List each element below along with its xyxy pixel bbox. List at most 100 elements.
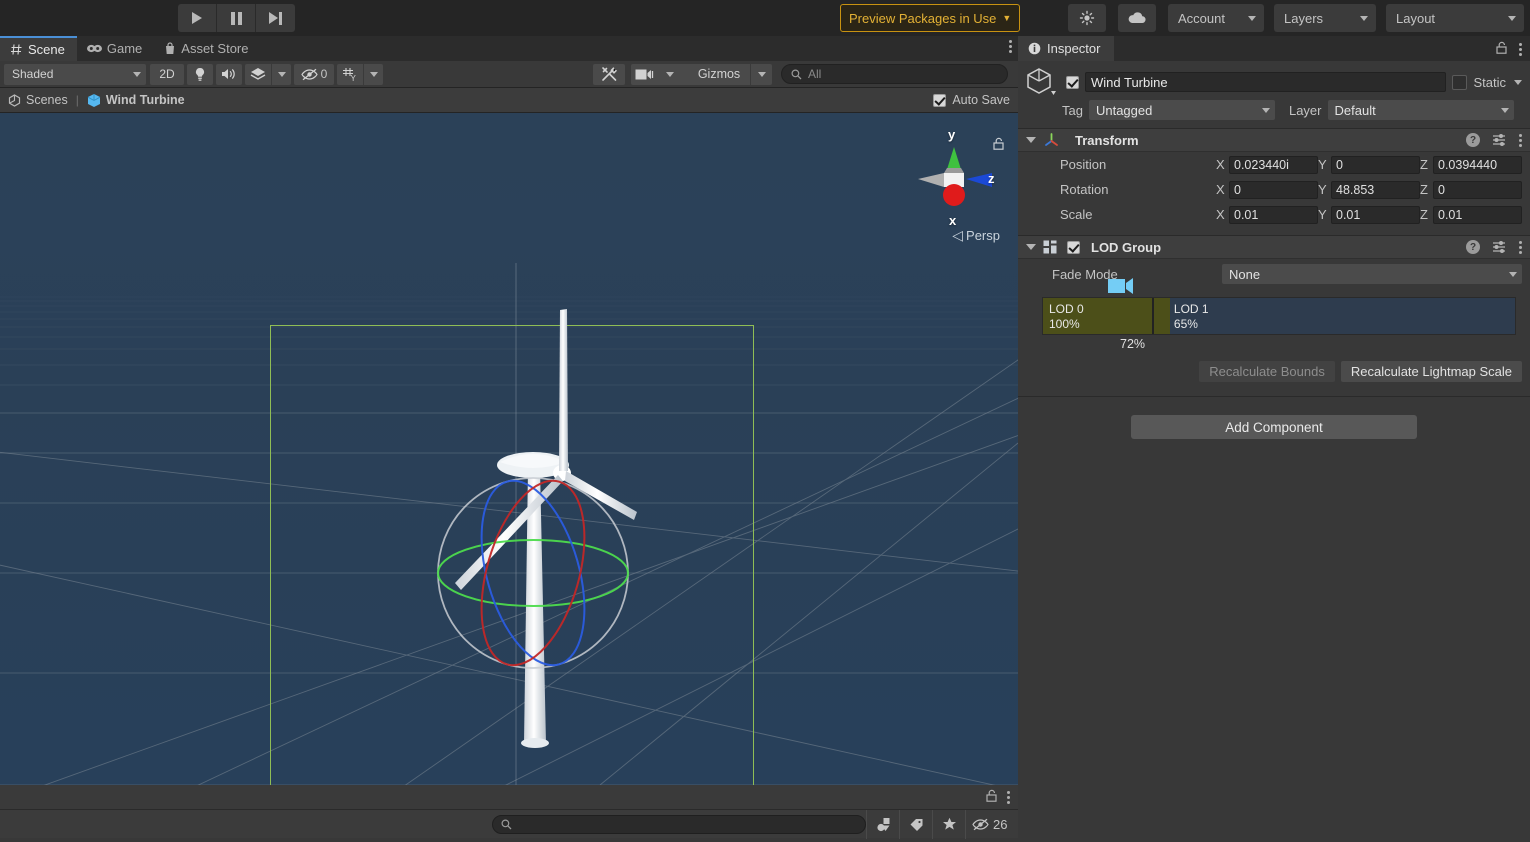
- tab-asset-store[interactable]: Asset Store: [154, 36, 260, 61]
- pause-button[interactable]: [217, 4, 256, 32]
- axis-x-label: X: [1216, 207, 1225, 222]
- add-component-button[interactable]: Add Component: [1131, 415, 1417, 439]
- layout-dropdown[interactable]: Layout: [1386, 4, 1524, 32]
- lod-group-menu-button[interactable]: [1519, 240, 1522, 254]
- lod-bar[interactable]: LOD 0 100% LOD 1 65%: [1042, 297, 1516, 335]
- lod-level-0[interactable]: LOD 0 100%: [1043, 298, 1154, 334]
- lod-group-component-header[interactable]: LOD Group ?: [1018, 235, 1530, 259]
- scene-tab-menu-button[interactable]: [1009, 40, 1012, 53]
- status-tag-button[interactable]: [899, 809, 932, 839]
- rotation-y-field[interactable]: 48.853: [1331, 180, 1420, 199]
- lock-open-icon: [986, 789, 997, 802]
- chevron-down-icon[interactable]: [1514, 79, 1522, 85]
- rotation-x-field[interactable]: 0: [1229, 180, 1318, 199]
- collab-icon: [1079, 10, 1095, 26]
- static-checkbox[interactable]: [1452, 74, 1468, 90]
- chevron-down-icon: [1500, 107, 1509, 113]
- transform-menu-button[interactable]: [1519, 133, 1522, 147]
- object-enabled-checkbox[interactable]: [1066, 75, 1079, 89]
- fade-mode-dropdown[interactable]: None: [1222, 264, 1522, 284]
- status-object-button[interactable]: [866, 809, 899, 839]
- lod-level-0-percent: 100%: [1049, 317, 1080, 331]
- tab-game[interactable]: Game: [77, 36, 154, 61]
- toggle-2d-button[interactable]: 2D: [150, 63, 184, 85]
- account-dropdown[interactable]: Account: [1168, 4, 1264, 32]
- scale-y-field[interactable]: 0.01: [1331, 205, 1420, 224]
- draw-mode-dropdown[interactable]: Shaded: [4, 63, 146, 85]
- scene-axis-gizmo[interactable]: y x z: [900, 117, 995, 228]
- lod-group-foldout[interactable]: [1026, 244, 1036, 250]
- scene-fx-dropdown[interactable]: [271, 63, 291, 85]
- help-icon[interactable]: ?: [1466, 240, 1480, 254]
- static-toggle[interactable]: Static: [1452, 74, 1522, 90]
- breadcrumb-object[interactable]: Wind Turbine: [87, 93, 185, 108]
- scene-footer-menu-button[interactable]: [1007, 790, 1010, 804]
- play-button[interactable]: [178, 4, 217, 32]
- lod-level-0-name: LOD 0: [1049, 302, 1084, 316]
- lod-level-1-handle[interactable]: [1153, 298, 1170, 334]
- scale-x-field[interactable]: 0.01: [1229, 205, 1318, 224]
- lod-level-1[interactable]: LOD 1 65%: [1153, 298, 1515, 334]
- transform-component-header[interactable]: Transform ?: [1018, 128, 1530, 152]
- axis-y-label: Y: [1318, 157, 1327, 172]
- transform-foldout[interactable]: [1026, 137, 1036, 143]
- inspector-menu-button[interactable]: [1519, 42, 1522, 56]
- inspector-lock-button[interactable]: [1496, 41, 1507, 57]
- cloud-button[interactable]: [1118, 4, 1156, 32]
- gizmos-button[interactable]: [678, 63, 688, 85]
- status-star-button[interactable]: [932, 809, 965, 839]
- recalculate-lightmap-scale-button[interactable]: Recalculate Lightmap Scale: [1340, 361, 1522, 382]
- preview-packages-button[interactable]: Preview Packages in Use ▼: [840, 4, 1021, 32]
- status-search-input[interactable]: [492, 814, 866, 834]
- layer-label: Layer: [1288, 102, 1322, 118]
- chevron-down-icon: [1360, 15, 1368, 21]
- grid-snap-button[interactable]: Y: [337, 63, 363, 85]
- lod-group-icon: [1043, 240, 1057, 254]
- status-hidden-count[interactable]: 26: [965, 809, 1017, 839]
- step-button[interactable]: [256, 4, 295, 32]
- object-icon-wrap[interactable]: [1026, 67, 1060, 97]
- object-header: Wind Turbine Static: [1018, 61, 1530, 95]
- scene-viewport[interactable]: y x z ◁ Persp: [0, 113, 1018, 785]
- scene-lighting-button[interactable]: [187, 63, 213, 85]
- collab-button[interactable]: [1068, 4, 1106, 32]
- hidden-objects-button[interactable]: 0: [294, 63, 334, 85]
- auto-save-checkbox[interactable]: [933, 93, 947, 107]
- position-label: Position: [1060, 157, 1107, 172]
- recalculate-bounds-button[interactable]: Recalculate Bounds: [1199, 361, 1335, 382]
- gizmos-dropdown[interactable]: [750, 63, 772, 85]
- preset-icon[interactable]: [1492, 240, 1507, 254]
- transform-position-row: Position X 0.023440і Y 0 Z 0.0394440: [1018, 152, 1530, 177]
- help-icon[interactable]: ?: [1466, 133, 1480, 147]
- scene-lock-button[interactable]: [986, 789, 997, 805]
- breadcrumb-scenes[interactable]: Scenes: [8, 93, 68, 107]
- scene-tools-button[interactable]: [593, 63, 625, 85]
- position-z-field[interactable]: 0.0394440: [1433, 155, 1522, 174]
- preset-icon[interactable]: [1492, 133, 1507, 147]
- scene-audio-button[interactable]: [216, 63, 242, 85]
- position-x-field[interactable]: 0.023440і: [1229, 155, 1318, 174]
- position-y-field[interactable]: 0: [1331, 155, 1420, 174]
- scene-camera-button[interactable]: [631, 63, 678, 85]
- scene-fx-button[interactable]: [245, 63, 271, 85]
- object-name-field[interactable]: Wind Turbine: [1085, 72, 1447, 92]
- auto-save-toggle[interactable]: Auto Save: [933, 93, 1010, 107]
- rotation-gizmo[interactable]: [0, 113, 1018, 785]
- grid-snap-dropdown[interactable]: [363, 63, 383, 85]
- eye-off-icon: [300, 68, 318, 80]
- tag-dropdown[interactable]: Untagged: [1088, 100, 1275, 120]
- layers-dropdown[interactable]: Layers: [1274, 4, 1376, 32]
- scene-search-input[interactable]: All: [781, 64, 1008, 84]
- lod-buttons-row: Recalculate Bounds Recalculate Lightmap …: [1018, 335, 1530, 382]
- layer-dropdown[interactable]: Default: [1327, 100, 1514, 120]
- scale-z-field[interactable]: 0.01: [1433, 205, 1522, 224]
- projection-mode-label[interactable]: ◁ Persp: [952, 227, 1000, 244]
- lod-group-enabled-checkbox[interactable]: [1067, 240, 1080, 254]
- tab-inspector[interactable]: Inspector: [1018, 36, 1115, 61]
- layout-label: Layout: [1396, 10, 1436, 26]
- lod-camera-handle[interactable]: [1108, 277, 1135, 295]
- viewport-lock-button[interactable]: [993, 137, 1004, 153]
- gizmos-label-button[interactable]: Gizmos: [688, 63, 750, 85]
- rotation-z-field[interactable]: 0: [1433, 180, 1522, 199]
- tab-scene[interactable]: Scene: [0, 36, 77, 61]
